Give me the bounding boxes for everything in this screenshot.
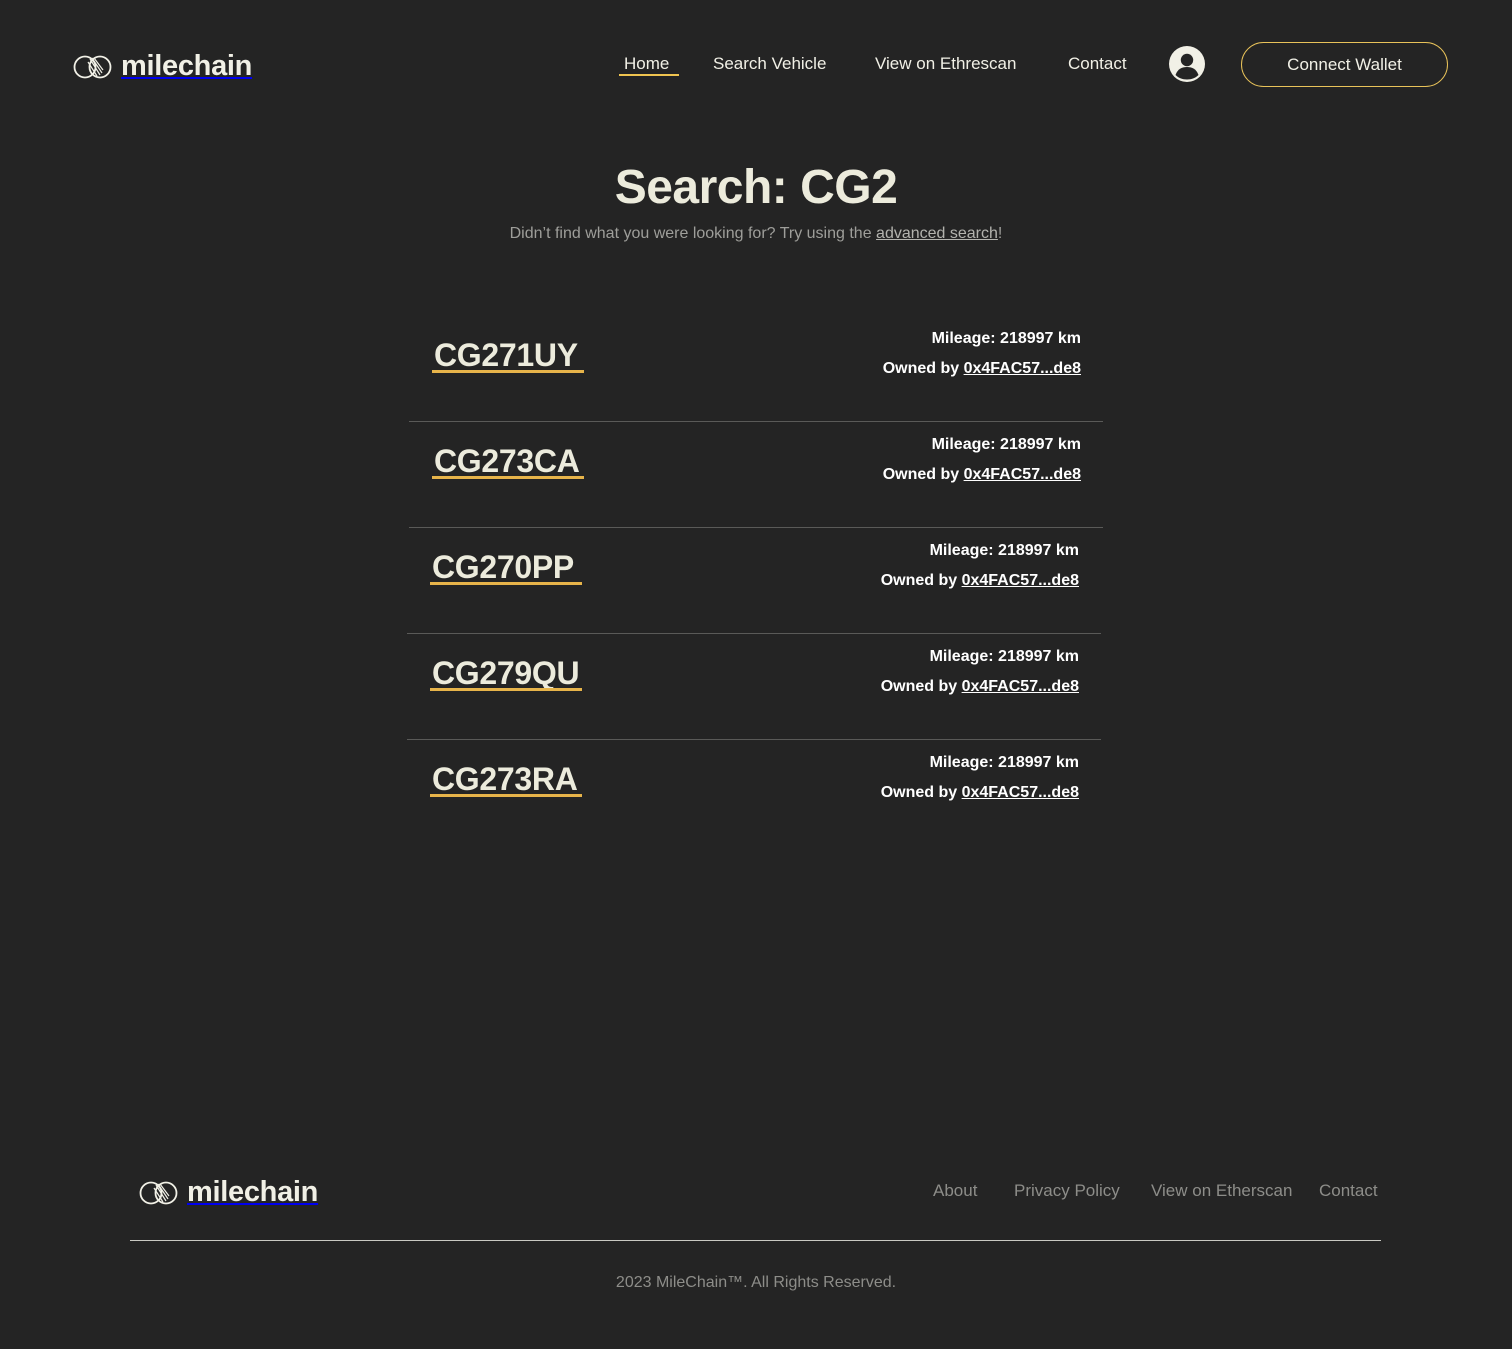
owner-label: Owned by: [880, 784, 962, 801]
plate-number[interactable]: CG279QU: [432, 655, 580, 692]
plate-underline: [432, 370, 584, 373]
mileage-text: Mileage: 218997 km: [929, 754, 1079, 771]
nav-contact[interactable]: Contact: [1068, 54, 1127, 74]
mileage-text: Mileage: 218997 km: [931, 436, 1081, 453]
plate-number[interactable]: CG270PP: [432, 549, 574, 586]
owner-label: Owned by: [882, 466, 964, 483]
mileage-text: Mileage: 218997 km: [931, 330, 1081, 347]
plate-underline: [430, 794, 582, 797]
owner-address-link[interactable]: 0x4FAC57...de8: [964, 360, 1081, 377]
owner-text: Owned by 0x4FAC57...de8: [881, 678, 1079, 696]
plate-underline: [430, 688, 582, 691]
owner-label: Owned by: [880, 572, 962, 589]
milechain-logo-icon: [73, 55, 112, 78]
footer-link-contact[interactable]: Contact: [1319, 1181, 1378, 1201]
footer-brand-name: milechain: [187, 1176, 319, 1208]
user-circle-icon[interactable]: [1169, 46, 1205, 82]
mileage-text: Mileage: 218997 km: [929, 542, 1079, 559]
footer-link-about[interactable]: About: [933, 1181, 977, 1201]
footer-link-privacy-policy[interactable]: Privacy Policy: [1014, 1181, 1120, 1201]
owner-text: Owned by 0x4FAC57...de8: [883, 466, 1081, 484]
owner-address-link[interactable]: 0x4FAC57...de8: [962, 784, 1079, 801]
brand-name: milechain: [121, 50, 253, 82]
result-item[interactable]: CG270PP Mileage: 218997 km Owned by 0x4F…: [407, 528, 1101, 634]
owner-text: Owned by 0x4FAC57...de8: [881, 784, 1079, 802]
owner-address-link[interactable]: 0x4FAC57...de8: [962, 678, 1079, 695]
page-title: Search: CG2: [614, 161, 898, 214]
owner-text: Owned by 0x4FAC57...de8: [883, 360, 1081, 378]
result-item[interactable]: CG279QU Mileage: 218997 km Owned by 0x4F…: [407, 634, 1101, 740]
plate-number[interactable]: CG273CA: [434, 443, 580, 480]
result-item[interactable]: CG273CA Mileage: 218997 km Owned by 0x4F…: [409, 422, 1103, 528]
mileage-text: Mileage: 218997 km: [929, 648, 1079, 665]
plate-number[interactable]: CG273RA: [432, 761, 578, 798]
advanced-search-link[interactable]: advanced search: [876, 225, 998, 242]
plate-underline: [430, 582, 582, 585]
plate-number[interactable]: CG271UY: [434, 337, 578, 374]
header: milechain Home Search Vehicle View on Et…: [0, 0, 1512, 130]
page: milechain Home Search Vehicle View on Et…: [0, 0, 1512, 1349]
plate-underline: [432, 476, 584, 479]
result-item[interactable]: CG273RA Mileage: 218997 km Owned by 0x4F…: [407, 740, 1101, 846]
search-hint-suffix: !: [997, 225, 1003, 242]
footer-divider: [130, 1240, 1381, 1241]
nav-active-underline: [619, 74, 679, 76]
footer-logo[interactable]: milechain: [139, 1176, 318, 1209]
owner-address-link[interactable]: 0x4FAC57...de8: [964, 466, 1081, 483]
milechain-logo-icon: [139, 1181, 178, 1204]
result-item[interactable]: CG271UY Mileage: 218997 km Owned by 0x4F…: [409, 316, 1103, 422]
owner-text: Owned by 0x4FAC57...de8: [881, 572, 1079, 590]
search-hint-text: Didn’t find what you were looking for? T…: [509, 225, 877, 242]
search-hint: Didn’t find what you were looking for? T…: [0, 225, 1512, 243]
footer-link-view-on-etherscan[interactable]: View on Etherscan: [1151, 1181, 1292, 1201]
owner-label: Owned by: [882, 360, 964, 377]
nav-search-vehicle[interactable]: Search Vehicle: [713, 54, 826, 74]
owner-address-link[interactable]: 0x4FAC57...de8: [962, 572, 1079, 589]
header-logo[interactable]: milechain: [73, 50, 252, 83]
nav-view-on-ethrescan[interactable]: View on Ethrescan: [875, 54, 1016, 74]
connect-wallet-button[interactable]: Connect Wallet: [1241, 42, 1448, 87]
owner-label: Owned by: [880, 678, 962, 695]
nav-home[interactable]: Home: [624, 54, 669, 74]
copyright-text: 2023 MileChain™. All Rights Reserved.: [615, 1274, 897, 1291]
